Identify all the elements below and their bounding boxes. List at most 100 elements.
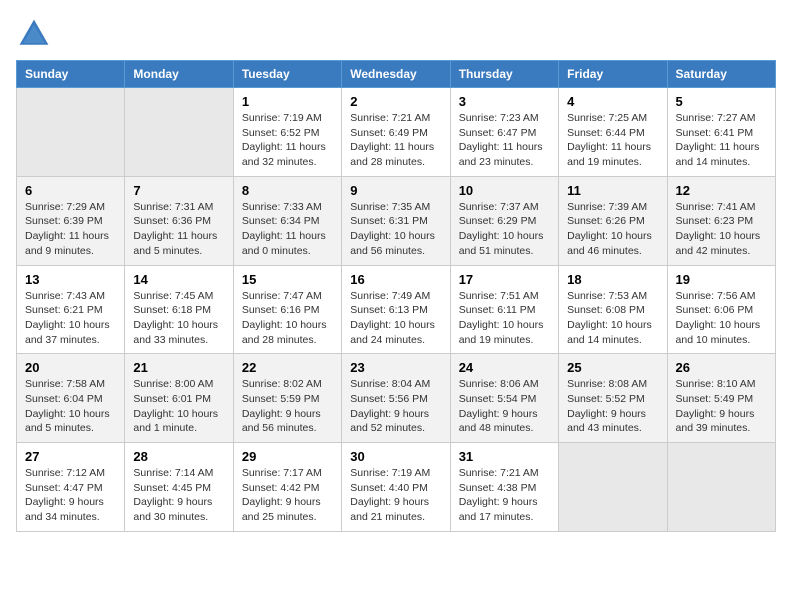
header-row: SundayMondayTuesdayWednesdayThursdayFrid…: [17, 61, 776, 88]
day-number: 28: [133, 449, 224, 464]
day-number: 29: [242, 449, 333, 464]
calendar-cell: 30 Sunrise: 7:19 AM Sunset: 4:40 PM Dayli…: [342, 443, 450, 532]
logo-icon: [16, 16, 52, 52]
calendar-cell: 17 Sunrise: 7:51 AM Sunset: 6:11 PM Dayli…: [450, 265, 558, 354]
calendar-cell: 9 Sunrise: 7:35 AM Sunset: 6:31 PM Daylig…: [342, 176, 450, 265]
day-info: Sunrise: 7:51 AM Sunset: 6:11 PM Dayligh…: [459, 290, 544, 346]
calendar-cell: 6 Sunrise: 7:29 AM Sunset: 6:39 PM Daylig…: [17, 176, 125, 265]
calendar-table: SundayMondayTuesdayWednesdayThursdayFrid…: [16, 60, 776, 532]
calendar-cell: 12 Sunrise: 7:41 AM Sunset: 6:23 PM Dayli…: [667, 176, 775, 265]
day-number: 11: [567, 183, 658, 198]
calendar-row: 20 Sunrise: 7:58 AM Sunset: 6:04 PM Dayli…: [17, 354, 776, 443]
day-info: Sunrise: 7:39 AM Sunset: 6:26 PM Dayligh…: [567, 201, 652, 257]
day-number: 20: [25, 360, 116, 375]
day-number: 19: [676, 272, 767, 287]
day-number: 24: [459, 360, 550, 375]
day-number: 21: [133, 360, 224, 375]
calendar-cell: 21Sunrise: 8:00 AM Sunset: 6:01 PM Dayli…: [125, 354, 233, 443]
day-info: Sunrise: 8:02 AM Sunset: 5:59 PM Dayligh…: [242, 378, 322, 434]
day-info: Sunrise: 7:35 AM Sunset: 6:31 PM Dayligh…: [350, 201, 435, 257]
calendar-cell: 29 Sunrise: 7:17 AM Sunset: 4:42 PM Dayli…: [233, 443, 341, 532]
day-info: Sunrise: 7:23 AM Sunset: 6:47 PM Dayligh…: [459, 112, 543, 168]
day-number: 23: [350, 360, 441, 375]
calendar-cell: 28 Sunrise: 7:14 AM Sunset: 4:45 PM Dayli…: [125, 443, 233, 532]
day-info: Sunrise: 7:19 AM Sunset: 4:40 PM Dayligh…: [350, 467, 430, 523]
calendar-cell: 18Sunrise: 7:53 AM Sunset: 6:08 PM Dayli…: [559, 265, 667, 354]
day-number: 13: [25, 272, 116, 287]
logo: [16, 16, 56, 52]
header-cell-friday: Friday: [559, 61, 667, 88]
day-number: 4: [567, 94, 658, 109]
header-cell-wednesday: Wednesday: [342, 61, 450, 88]
day-info: Sunrise: 8:04 AM Sunset: 5:56 PM Dayligh…: [350, 378, 430, 434]
day-number: 31: [459, 449, 550, 464]
calendar-cell: 19 Sunrise: 7:56 AM Sunset: 6:06 PM Dayli…: [667, 265, 775, 354]
day-info: Sunrise: 7:17 AM Sunset: 4:42 PM Dayligh…: [242, 467, 322, 523]
day-info: Sunrise: 7:49 AM Sunset: 6:13 PM Dayligh…: [350, 290, 435, 346]
header-cell-tuesday: Tuesday: [233, 61, 341, 88]
calendar-cell: 15 Sunrise: 7:47 AM Sunset: 6:16 PM Dayli…: [233, 265, 341, 354]
calendar-cell: 3 Sunrise: 7:23 AM Sunset: 6:47 PM Daylig…: [450, 88, 558, 177]
calendar-header: SundayMondayTuesdayWednesdayThursdayFrid…: [17, 61, 776, 88]
calendar-cell: 7 Sunrise: 7:31 AM Sunset: 6:36 PM Daylig…: [125, 176, 233, 265]
day-number: 2: [350, 94, 441, 109]
day-info: Sunrise: 7:33 AM Sunset: 6:34 PM Dayligh…: [242, 201, 326, 257]
calendar-cell: 31Sunrise: 7:21 AM Sunset: 4:38 PM Dayli…: [450, 443, 558, 532]
day-number: 15: [242, 272, 333, 287]
day-info: Sunrise: 8:10 AM Sunset: 5:49 PM Dayligh…: [676, 378, 756, 434]
day-info: Sunrise: 7:12 AM Sunset: 4:47 PM Dayligh…: [25, 467, 105, 523]
calendar-cell: 16 Sunrise: 7:49 AM Sunset: 6:13 PM Dayli…: [342, 265, 450, 354]
calendar-cell: 24 Sunrise: 8:06 AM Sunset: 5:54 PM Dayli…: [450, 354, 558, 443]
day-info: Sunrise: 7:53 AM Sunset: 6:08 PM Dayligh…: [567, 290, 652, 346]
day-info: Sunrise: 8:08 AM Sunset: 5:52 PM Dayligh…: [567, 378, 647, 434]
calendar-cell: 14Sunrise: 7:45 AM Sunset: 6:18 PM Dayli…: [125, 265, 233, 354]
day-number: 12: [676, 183, 767, 198]
calendar-cell: 11 Sunrise: 7:39 AM Sunset: 6:26 PM Dayli…: [559, 176, 667, 265]
header-cell-monday: Monday: [125, 61, 233, 88]
day-number: 8: [242, 183, 333, 198]
calendar-cell: [559, 443, 667, 532]
day-number: 10: [459, 183, 550, 198]
day-info: Sunrise: 7:41 AM Sunset: 6:23 PM Dayligh…: [676, 201, 761, 257]
calendar-cell: 20 Sunrise: 7:58 AM Sunset: 6:04 PM Dayli…: [17, 354, 125, 443]
calendar-cell: 26 Sunrise: 8:10 AM Sunset: 5:49 PM Dayli…: [667, 354, 775, 443]
calendar-cell: 4 Sunrise: 7:25 AM Sunset: 6:44 PM Daylig…: [559, 88, 667, 177]
day-info: Sunrise: 7:58 AM Sunset: 6:04 PM Dayligh…: [25, 378, 110, 434]
day-info: Sunrise: 7:56 AM Sunset: 6:06 PM Dayligh…: [676, 290, 761, 346]
day-number: 25: [567, 360, 658, 375]
calendar-cell: 27 Sunrise: 7:12 AM Sunset: 4:47 PM Dayli…: [17, 443, 125, 532]
day-number: 16: [350, 272, 441, 287]
day-info: Sunrise: 7:29 AM Sunset: 6:39 PM Dayligh…: [25, 201, 109, 257]
day-number: 5: [676, 94, 767, 109]
day-number: 3: [459, 94, 550, 109]
day-number: 9: [350, 183, 441, 198]
day-info: Sunrise: 7:14 AM Sunset: 4:45 PM Dayligh…: [133, 467, 213, 523]
calendar-body: 1 Sunrise: 7:19 AM Sunset: 6:52 PM Daylig…: [17, 88, 776, 532]
header-cell-saturday: Saturday: [667, 61, 775, 88]
day-info: Sunrise: 7:31 AM Sunset: 6:36 PM Dayligh…: [133, 201, 217, 257]
day-number: 7: [133, 183, 224, 198]
header-cell-sunday: Sunday: [17, 61, 125, 88]
calendar-row: 27 Sunrise: 7:12 AM Sunset: 4:47 PM Dayli…: [17, 443, 776, 532]
day-info: Sunrise: 7:27 AM Sunset: 6:41 PM Dayligh…: [676, 112, 760, 168]
day-number: 27: [25, 449, 116, 464]
day-number: 14: [133, 272, 224, 287]
day-info: Sunrise: 7:25 AM Sunset: 6:44 PM Dayligh…: [567, 112, 651, 168]
day-info: Sunrise: 7:47 AM Sunset: 6:16 PM Dayligh…: [242, 290, 327, 346]
calendar-cell: [667, 443, 775, 532]
calendar-row: 1 Sunrise: 7:19 AM Sunset: 6:52 PM Daylig…: [17, 88, 776, 177]
day-number: 6: [25, 183, 116, 198]
calendar-cell: 25 Sunrise: 8:08 AM Sunset: 5:52 PM Dayli…: [559, 354, 667, 443]
calendar-cell: 10Sunrise: 7:37 AM Sunset: 6:29 PM Dayli…: [450, 176, 558, 265]
day-info: Sunrise: 7:21 AM Sunset: 6:49 PM Dayligh…: [350, 112, 434, 168]
calendar-cell: [125, 88, 233, 177]
day-number: 26: [676, 360, 767, 375]
calendar-row: 13Sunrise: 7:43 AM Sunset: 6:21 PM Dayli…: [17, 265, 776, 354]
day-info: Sunrise: 7:19 AM Sunset: 6:52 PM Dayligh…: [242, 112, 326, 168]
calendar-cell: 8 Sunrise: 7:33 AM Sunset: 6:34 PM Daylig…: [233, 176, 341, 265]
day-number: 17: [459, 272, 550, 287]
day-number: 1: [242, 94, 333, 109]
day-number: 30: [350, 449, 441, 464]
calendar-cell: 1 Sunrise: 7:19 AM Sunset: 6:52 PM Daylig…: [233, 88, 341, 177]
day-info: Sunrise: 8:06 AM Sunset: 5:54 PM Dayligh…: [459, 378, 539, 434]
